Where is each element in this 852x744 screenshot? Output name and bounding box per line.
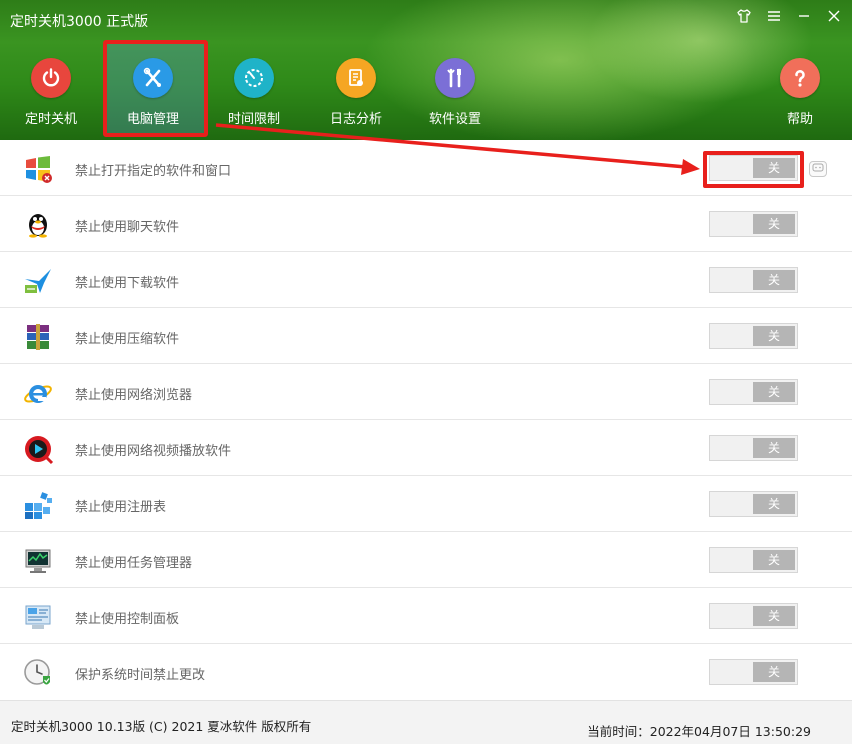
toggle-knob: 关 bbox=[753, 606, 795, 626]
tab-label: 电脑管理 bbox=[126, 112, 179, 127]
tab-label: 日志分析 bbox=[329, 112, 382, 127]
clock-shield-icon bbox=[22, 657, 54, 689]
tab-label: 定时关机 bbox=[24, 112, 77, 127]
toggle-switch[interactable]: 关 bbox=[709, 491, 798, 517]
tab-label: 时间限制 bbox=[227, 112, 280, 127]
tab-log-analysis[interactable]: 日志分析 bbox=[311, 58, 401, 127]
close-icon[interactable] bbox=[824, 8, 844, 30]
copyright-text: 定时关机3000 10.13版 (C) 2021 夏冰软件 版权所有 bbox=[11, 719, 312, 734]
row-label: 禁止使用网络浏览器 bbox=[75, 388, 193, 403]
log-icon bbox=[336, 58, 376, 98]
row-label: 禁止使用控制面板 bbox=[75, 612, 180, 627]
control-panel-icon bbox=[22, 601, 54, 633]
window-controls bbox=[734, 8, 844, 30]
toggle-knob: 关 bbox=[753, 270, 795, 290]
timer-icon bbox=[234, 58, 274, 98]
list-item: 禁止使用网络视频播放软件 关 bbox=[0, 420, 852, 476]
tab-computer-management[interactable]: 电脑管理 bbox=[108, 58, 198, 127]
toggle-knob: 关 bbox=[753, 382, 795, 402]
toggle-switch[interactable]: 关 bbox=[709, 379, 798, 405]
list-item: 禁止使用聊天软件 关 bbox=[0, 196, 852, 252]
video-player-icon bbox=[22, 433, 54, 465]
tab-time-limit[interactable]: 时间限制 bbox=[209, 58, 299, 127]
toggle-switch[interactable]: 关 bbox=[709, 267, 798, 293]
tools-icon bbox=[133, 58, 173, 98]
row-label: 禁止使用下载软件 bbox=[75, 276, 180, 291]
toggle-switch[interactable]: 关 bbox=[709, 211, 798, 237]
list-item: 禁止使用下载软件 关 bbox=[0, 252, 852, 308]
row-label: 禁止打开指定的软件和窗口 bbox=[75, 164, 232, 179]
toggle-switch[interactable]: 关 bbox=[709, 603, 798, 629]
minimize-icon[interactable] bbox=[794, 8, 814, 30]
toggle-knob: 关 bbox=[753, 438, 795, 458]
toggle-knob: 关 bbox=[753, 662, 795, 682]
power-icon bbox=[31, 58, 71, 98]
toggle-switch[interactable]: 关 bbox=[709, 435, 798, 461]
registry-icon bbox=[22, 489, 54, 521]
window-title: 定时关机3000 正式版 bbox=[10, 14, 149, 30]
row-label: 禁止使用网络视频播放软件 bbox=[75, 444, 232, 459]
shirt-icon[interactable] bbox=[734, 8, 754, 30]
row-label: 禁止使用压缩软件 bbox=[75, 332, 180, 347]
tab-shutdown[interactable]: 定时关机 bbox=[6, 58, 96, 127]
toggle-knob: 关 bbox=[753, 494, 795, 514]
winrar-icon bbox=[22, 321, 54, 353]
current-time: 当前时间：2022年04月07日 13:50:29 bbox=[587, 724, 811, 739]
tab-label: 软件设置 bbox=[428, 112, 481, 127]
status-bar: 定时关机3000 10.13版 (C) 2021 夏冰软件 版权所有 当前时间：… bbox=[0, 700, 852, 744]
toggle-switch[interactable]: 关 bbox=[709, 323, 798, 349]
windows-block-icon bbox=[22, 153, 54, 185]
list-item: 禁止使用压缩软件 关 bbox=[0, 308, 852, 364]
row-label: 禁止使用聊天软件 bbox=[75, 220, 180, 235]
menu-icon[interactable] bbox=[764, 8, 784, 30]
help-icon bbox=[780, 58, 820, 98]
feature-list: 禁止打开指定的软件和窗口 关 禁止使用聊天软件 关 禁止使用下载软件 关 禁止使… bbox=[0, 140, 852, 700]
settings-icon bbox=[435, 58, 475, 98]
row-label: 禁止使用任务管理器 bbox=[75, 556, 193, 571]
row-label: 禁止使用注册表 bbox=[75, 500, 167, 515]
toggle-knob: 关 bbox=[753, 326, 795, 346]
toggle-knob: 关 bbox=[753, 214, 795, 234]
task-manager-icon bbox=[22, 545, 54, 577]
toggle-switch[interactable]: 关 bbox=[709, 547, 798, 573]
tab-software-settings[interactable]: 软件设置 bbox=[410, 58, 500, 127]
toggle-switch[interactable]: 关 bbox=[709, 659, 798, 685]
list-item: 禁止使用网络浏览器 关 bbox=[0, 364, 852, 420]
chat-bubble-icon[interactable] bbox=[809, 161, 827, 177]
help-label: 帮助 bbox=[786, 112, 813, 127]
list-item: 禁止使用任务管理器 关 bbox=[0, 532, 852, 588]
qq-penguin-icon bbox=[22, 209, 54, 241]
toggle-knob: 关 bbox=[753, 550, 795, 570]
row-label: 保护系统时间禁止更改 bbox=[75, 668, 206, 683]
help-button[interactable]: 帮助 bbox=[755, 58, 845, 127]
download-bird-icon bbox=[22, 265, 54, 297]
list-item: 保护系统时间禁止更改 关 bbox=[0, 644, 852, 700]
ie-browser-icon bbox=[22, 377, 54, 409]
list-item: 禁止使用控制面板 关 bbox=[0, 588, 852, 644]
app-header: 定时关机3000 正式版 定时关机 电脑管理 时间限制 日志分析 软件设置 帮助 bbox=[0, 0, 852, 140]
list-item: 禁止使用注册表 关 bbox=[0, 476, 852, 532]
annotation-highlight-box bbox=[703, 151, 804, 188]
